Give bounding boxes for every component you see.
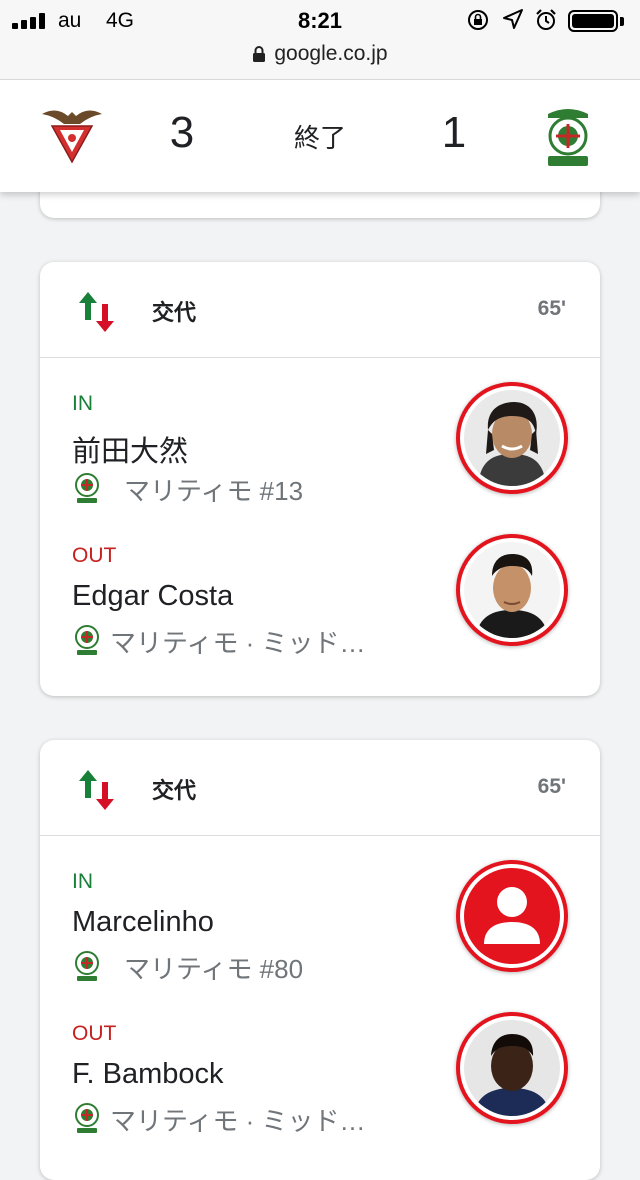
event-minute: 65': [537, 297, 566, 320]
player-team: マリティモ · ミッド…: [72, 624, 366, 658]
team-name: マリティモ #13: [124, 475, 304, 506]
team-crest-icon: [75, 951, 99, 981]
rotation-lock-icon: [468, 10, 488, 30]
player-avatar[interactable]: [456, 382, 568, 494]
substitution-card-header: 交代 65': [40, 740, 600, 836]
card-title: 交代: [152, 300, 197, 325]
player-in-row[interactable]: IN Marcelinho マリティモ #80: [40, 860, 600, 1018]
battery-icon: [568, 10, 618, 32]
team-crest-icon: [75, 1103, 99, 1133]
substitution-icon: [79, 770, 114, 810]
match-score-header[interactable]: 3 終了 1: [0, 80, 640, 192]
home-team-crest-icon[interactable]: [40, 104, 104, 168]
player-in-row[interactable]: IN 前田大然 マリティモ #13: [40, 382, 600, 540]
person-placeholder-icon: [484, 887, 540, 944]
out-label: OUT: [72, 544, 117, 567]
team-name: マリティモ #80: [124, 953, 304, 984]
in-label: IN: [72, 392, 93, 415]
player-avatar[interactable]: [456, 534, 568, 646]
player-photo: [464, 390, 560, 486]
status-icons: [466, 8, 626, 34]
team-name: マリティモ · ミッド…: [110, 627, 366, 658]
status-bar: au 4G 8:21: [0, 0, 640, 40]
player-name[interactable]: F. Bambock: [72, 1058, 224, 1091]
match-status: 終了: [293, 123, 346, 153]
player-avatar[interactable]: [456, 860, 568, 972]
substitution-card: 交代 65' IN Marcelinho マリティモ #80 OUT F. Ba…: [40, 740, 600, 1180]
player-out-row[interactable]: OUT F. Bambock マリティモ · ミッド…: [40, 1012, 600, 1170]
player-photo: [464, 542, 560, 638]
card-title: 交代: [152, 778, 197, 803]
player-name[interactable]: 前田大然: [72, 428, 188, 470]
player-out-row[interactable]: OUT Edgar Costa マリティモ · ミッド…: [40, 534, 600, 692]
player-photo: [464, 1020, 560, 1116]
lock-icon: [253, 46, 266, 62]
battery-tip: [620, 17, 624, 26]
event-minute: 65': [537, 775, 566, 798]
out-label: OUT: [72, 1022, 117, 1045]
away-team-crest-icon[interactable]: [542, 104, 594, 168]
url-domain[interactable]: google.co.jp: [274, 42, 387, 66]
in-label: IN: [72, 870, 93, 893]
player-avatar[interactable]: [456, 1012, 568, 1124]
away-score: 1: [441, 108, 467, 157]
player-name[interactable]: Edgar Costa: [72, 580, 233, 613]
team-crest-icon: [75, 625, 99, 655]
substitution-card: 交代 65' IN 前田大然 マリティモ #13 OUT Edgar Costa…: [40, 262, 600, 696]
player-team: マリティモ #13: [72, 472, 303, 506]
alarm-icon: [536, 9, 556, 30]
location-arrow-icon: [503, 9, 523, 29]
team-crest-icon: [75, 473, 99, 503]
player-team: マリティモ #80: [72, 950, 303, 984]
substitution-card-header: 交代 65': [40, 262, 600, 358]
url-bar[interactable]: google.co.jp: [0, 40, 640, 80]
player-team: マリティモ · ミッド…: [72, 1102, 366, 1136]
substitution-icon: [79, 292, 114, 332]
team-name: マリティモ · ミッド…: [110, 1105, 366, 1136]
home-score: 3: [169, 108, 195, 157]
player-name[interactable]: Marcelinho: [72, 906, 214, 939]
